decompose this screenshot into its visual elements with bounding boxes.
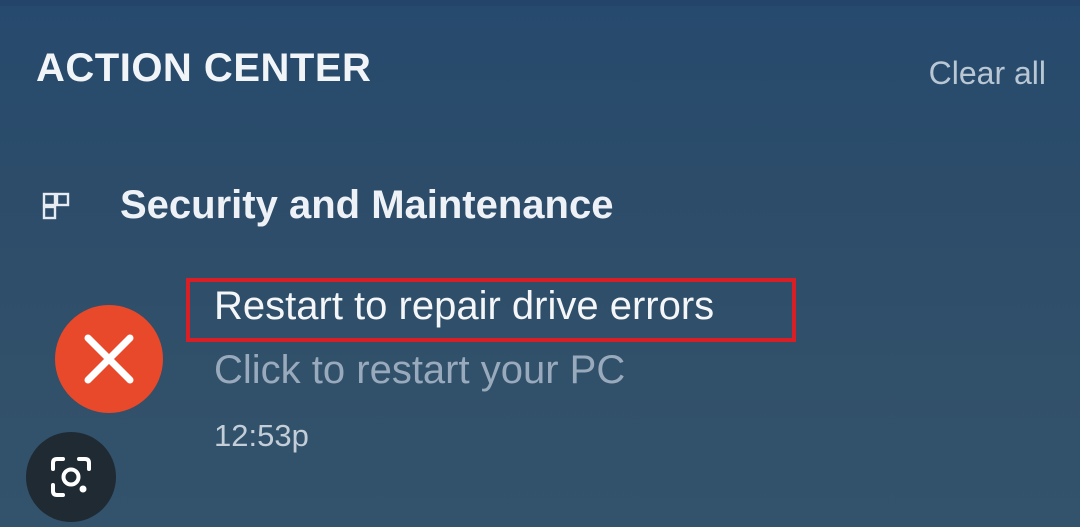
error-x-icon (54, 304, 164, 414)
clear-all-button[interactable]: Clear all (929, 55, 1046, 92)
notification-group-title: Security and Maintenance (120, 183, 614, 227)
lens-search-icon (51, 457, 91, 497)
lens-search-button[interactable] (26, 432, 116, 522)
notification-body: Click to restart your PC (214, 348, 626, 392)
panel-top-edge (0, 0, 1080, 6)
notification-timestamp: 12:53p (214, 418, 309, 453)
app-tiles-icon (42, 192, 72, 222)
action-center-title: ACTION CENTER (36, 46, 372, 90)
notification-item[interactable]: Restart to repair drive errors Click to … (40, 262, 1040, 472)
notification-title: Restart to repair drive errors (214, 284, 715, 328)
